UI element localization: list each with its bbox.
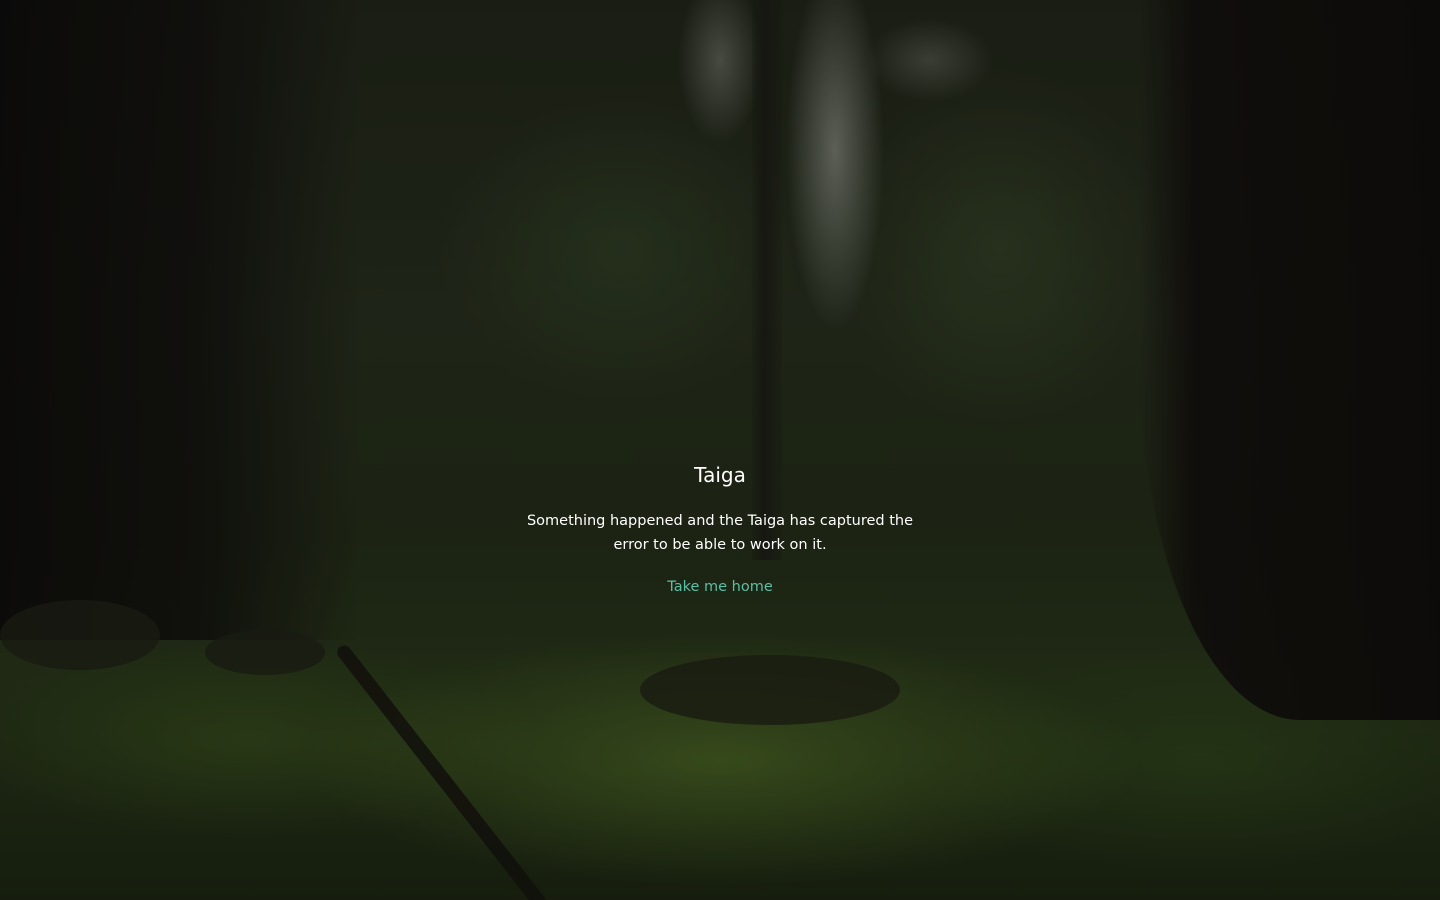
error-page: Taiga Something happened and the Taiga h… xyxy=(0,0,1440,900)
page-title: Taiga xyxy=(694,463,746,487)
error-content: Taiga Something happened and the Taiga h… xyxy=(0,0,1440,900)
error-message: Something happened and the Taiga has cap… xyxy=(526,513,914,553)
take-me-home-link[interactable]: Take me home xyxy=(620,576,820,598)
